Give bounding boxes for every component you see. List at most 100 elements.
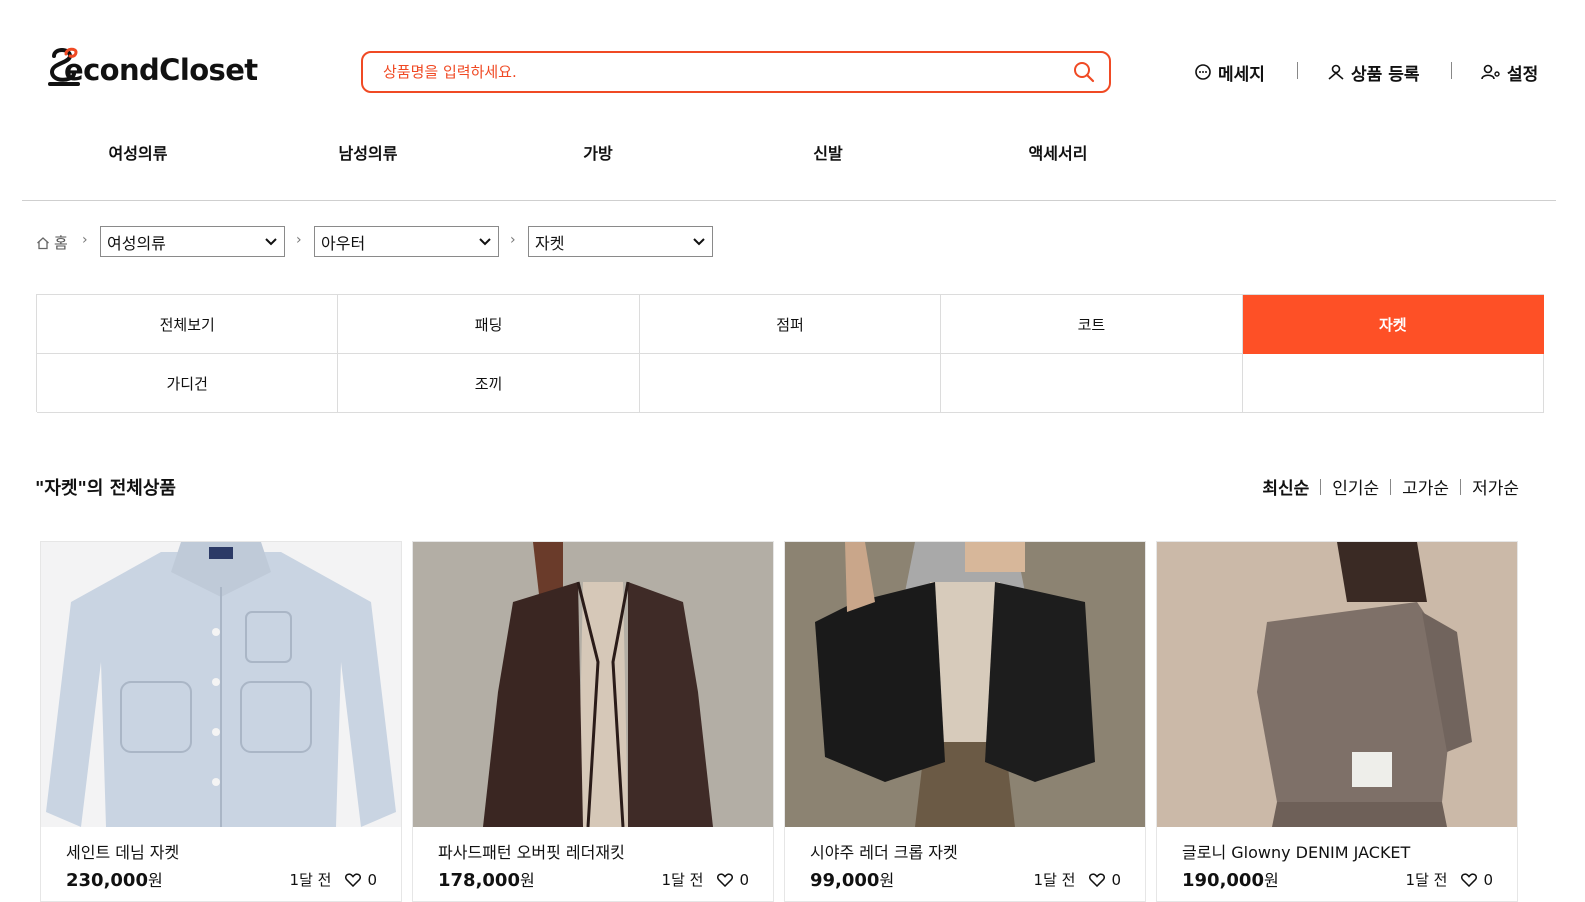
- breadcrumb-home[interactable]: 홈: [36, 232, 68, 253]
- chevron-right-icon: ›: [82, 232, 88, 248]
- category-women[interactable]: 여성의류: [78, 140, 198, 164]
- like-button[interactable]: 0: [1461, 871, 1493, 889]
- like-button[interactable]: 0: [345, 871, 377, 889]
- product-name: 세인트 데님 자켓: [66, 843, 180, 862]
- chevron-down-icon: [265, 237, 277, 245]
- price-currency: 원: [519, 871, 535, 890]
- product-card[interactable]: 글로니 Glowny DENIM JACKET 190,000원 1달 전 0: [1156, 541, 1518, 902]
- product-image[interactable]: [41, 542, 401, 827]
- heart-icon: [717, 872, 734, 887]
- user-upload-icon: [1328, 64, 1344, 80]
- select-value: 여성의류: [107, 233, 166, 253]
- product-grid: 세인트 데님 자켓 230,000원 1달 전 0 파사드패턴 오버핏 레더재킷…: [40, 541, 1520, 902]
- chevron-down-icon: [693, 237, 705, 245]
- product-price: 190,000원: [1182, 867, 1279, 891]
- sort-divider: [1390, 478, 1392, 495]
- category-bags[interactable]: 가방: [538, 140, 658, 164]
- product-image[interactable]: [1157, 542, 1517, 827]
- chevron-right-icon: ›: [296, 232, 302, 248]
- subcategory-vest[interactable]: 조끼: [338, 354, 640, 413]
- message-button[interactable]: 메세지: [1194, 58, 1265, 86]
- product-image[interactable]: [785, 542, 1145, 827]
- product-name: 시야주 레더 크롭 자켓: [810, 843, 958, 862]
- breadcrumb-select-subcategory[interactable]: 아우터: [314, 226, 499, 257]
- settings-label: 설정: [1507, 64, 1539, 85]
- sort-divider: [1460, 478, 1462, 495]
- product-meta: 1달 전 0: [1406, 869, 1493, 890]
- home-icon: [37, 236, 49, 249]
- like-button[interactable]: 0: [1089, 871, 1121, 889]
- heart-icon: [345, 872, 362, 887]
- logo-text: econdCloset: [64, 53, 258, 87]
- product-name: 글로니 Glowny DENIM JACKET: [1182, 843, 1411, 862]
- sort-newest[interactable]: 최신순: [1262, 474, 1309, 499]
- breadcrumb-home-label: 홈: [54, 234, 68, 252]
- subcategory-jacket[interactable]: 자켓: [1242, 295, 1544, 354]
- subcategory-empty-cell: [941, 354, 1243, 413]
- header-divider: [22, 200, 1556, 201]
- subcategory-all[interactable]: 전체보기: [37, 295, 339, 354]
- subcategory-coat[interactable]: 코트: [941, 295, 1243, 354]
- subcategory-grid: 전체보기 패딩 점퍼 코트 자켓 가디건 조끼: [36, 294, 1544, 413]
- chat-bubble-icon: [1195, 64, 1211, 80]
- product-card[interactable]: 시야주 레더 크롭 자켓 99,000원 1달 전 0: [784, 541, 1146, 902]
- sort-price-low[interactable]: 저가순: [1472, 474, 1519, 499]
- like-button[interactable]: 0: [717, 871, 749, 889]
- product-photo-black-leather-crop-jacket: [785, 542, 1145, 827]
- like-count: 0: [1483, 870, 1493, 889]
- like-count: 0: [739, 870, 749, 889]
- like-count: 0: [1111, 870, 1121, 889]
- product-photo-brown-leather-jacket: [413, 542, 773, 827]
- search-input[interactable]: [383, 63, 1071, 81]
- product-meta: 1달 전 0: [1034, 869, 1121, 890]
- register-product-label: 상품 등록: [1351, 64, 1420, 85]
- product-time: 1달 전: [1033, 871, 1076, 889]
- sort-options: 최신순 인기순 고가순 저가순: [1262, 474, 1519, 499]
- product-price: 99,000원: [810, 867, 894, 891]
- breadcrumb-select-category[interactable]: 여성의류: [100, 226, 285, 257]
- category-accessories[interactable]: 액세서리: [998, 140, 1118, 164]
- message-label: 메세지: [1218, 64, 1265, 85]
- category-men[interactable]: 남성의류: [308, 140, 428, 164]
- price-value: 190,000: [1182, 870, 1264, 891]
- product-meta: 1달 전 0: [662, 869, 749, 890]
- product-time: 1달 전: [661, 871, 704, 889]
- price-currency: 원: [1263, 871, 1279, 890]
- register-product-button[interactable]: 상품 등록: [1327, 58, 1419, 86]
- select-value: 아우터: [321, 233, 366, 253]
- category-shoes[interactable]: 신발: [768, 140, 888, 164]
- price-value: 230,000: [66, 870, 148, 891]
- subcategory-empty-cell: [1242, 354, 1544, 413]
- breadcrumb-select-type[interactable]: 자켓: [528, 226, 713, 257]
- heart-icon: [1461, 872, 1478, 887]
- product-price: 230,000원: [66, 867, 163, 891]
- product-meta: 1달 전 0: [290, 869, 377, 890]
- heart-icon: [1089, 872, 1106, 887]
- subcategory-padding[interactable]: 패딩: [338, 295, 640, 354]
- product-photo-denim-jacket-back: [1157, 542, 1517, 827]
- sort-popular[interactable]: 인기순: [1332, 474, 1379, 499]
- sort-price-high[interactable]: 고가순: [1402, 474, 1449, 499]
- chevron-right-icon: ›: [510, 232, 516, 248]
- search-button[interactable]: [1071, 59, 1097, 85]
- settings-button[interactable]: 설정: [1481, 58, 1538, 86]
- product-time: 1달 전: [289, 871, 332, 889]
- subcategory-jumper[interactable]: 점퍼: [639, 295, 942, 354]
- chevron-down-icon: [479, 237, 491, 245]
- subcategory-empty-cell: [639, 354, 942, 413]
- price-currency: 원: [879, 871, 895, 890]
- product-card[interactable]: 파사드패턴 오버핏 레더재킷 178,000원 1달 전 0: [412, 541, 774, 902]
- product-price: 178,000원: [438, 867, 535, 891]
- product-image[interactable]: [413, 542, 773, 827]
- subcategory-cardigan[interactable]: 가디건: [37, 354, 339, 413]
- util-divider: [1297, 62, 1298, 79]
- product-photo-light-denim-jacket: [41, 542, 401, 827]
- product-name: 파사드패턴 오버핏 레더재킷: [438, 843, 625, 862]
- category-nav: 여성의류 남성의류 가방 신발 액세서리: [0, 140, 1585, 166]
- price-value: 99,000: [810, 870, 880, 891]
- product-card[interactable]: 세인트 데님 자켓 230,000원 1달 전 0: [40, 541, 402, 902]
- logo[interactable]: econdCloset: [46, 46, 258, 94]
- price-currency: 원: [147, 871, 163, 890]
- product-time: 1달 전: [1405, 871, 1448, 889]
- listing-title: "자켓"의 전체상품: [35, 478, 176, 499]
